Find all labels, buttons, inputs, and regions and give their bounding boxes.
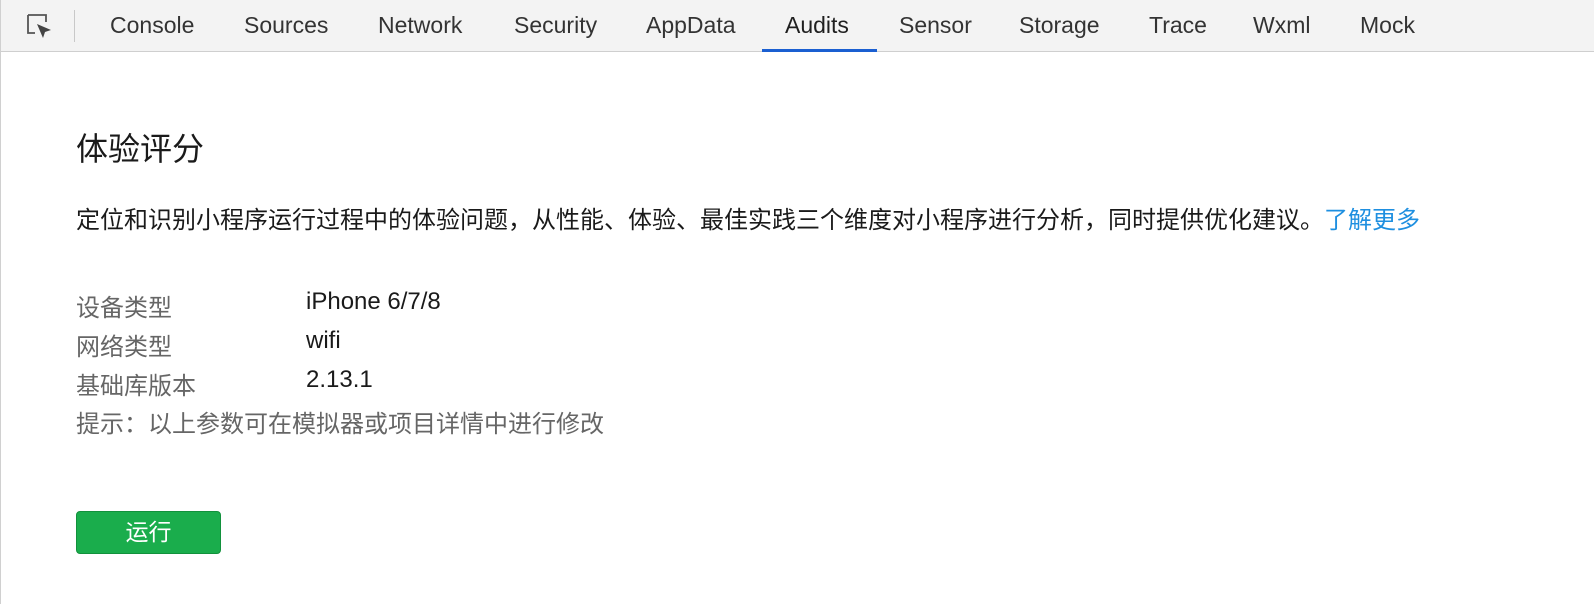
tab-console[interactable]: Console [110,0,194,51]
settings-hint: 提示：以上参数可在模拟器或项目详情中进行修改 [76,411,604,438]
toolbar-divider [74,10,75,42]
tab-network[interactable]: Network [378,0,462,51]
audits-panel: Console Sources Network Security AppData… [0,0,1594,604]
run-button[interactable]: 运行 [76,511,221,554]
tab-sensor[interactable]: Sensor [899,0,972,51]
network-type-value: wifi [306,327,341,354]
page-title: 体验评分 [76,131,205,167]
page-description: 定位和识别小程序运行过程中的体验问题，从性能、体验、最佳实践三个维度对小程序进行… [76,200,1420,235]
lib-version-value: 2.13.1 [306,366,373,393]
tab-mock[interactable]: Mock [1360,0,1415,51]
tab-appdata[interactable]: AppData [646,0,736,51]
tab-storage[interactable]: Storage [1019,0,1100,51]
learn-more-link[interactable]: 了解更多 [1324,207,1420,234]
active-tab-indicator [762,49,877,52]
tab-audits[interactable]: Audits [785,0,849,51]
network-type-label: 网络类型 [76,334,172,361]
tab-wxml[interactable]: Wxml [1253,0,1310,51]
description-text: 定位和识别小程序运行过程中的体验问题，从性能、体验、最佳实践三个维度对小程序进行… [76,207,1324,234]
lib-version-label: 基础库版本 [76,373,196,400]
devtools-tab-bar: Console Sources Network Security AppData… [1,0,1594,52]
tab-sources[interactable]: Sources [244,0,328,51]
element-inspect-icon[interactable] [25,12,53,40]
device-type-label: 设备类型 [76,295,172,322]
device-type-value: iPhone 6/7/8 [306,288,441,315]
tab-security[interactable]: Security [514,0,597,51]
tab-trace[interactable]: Trace [1149,0,1207,51]
